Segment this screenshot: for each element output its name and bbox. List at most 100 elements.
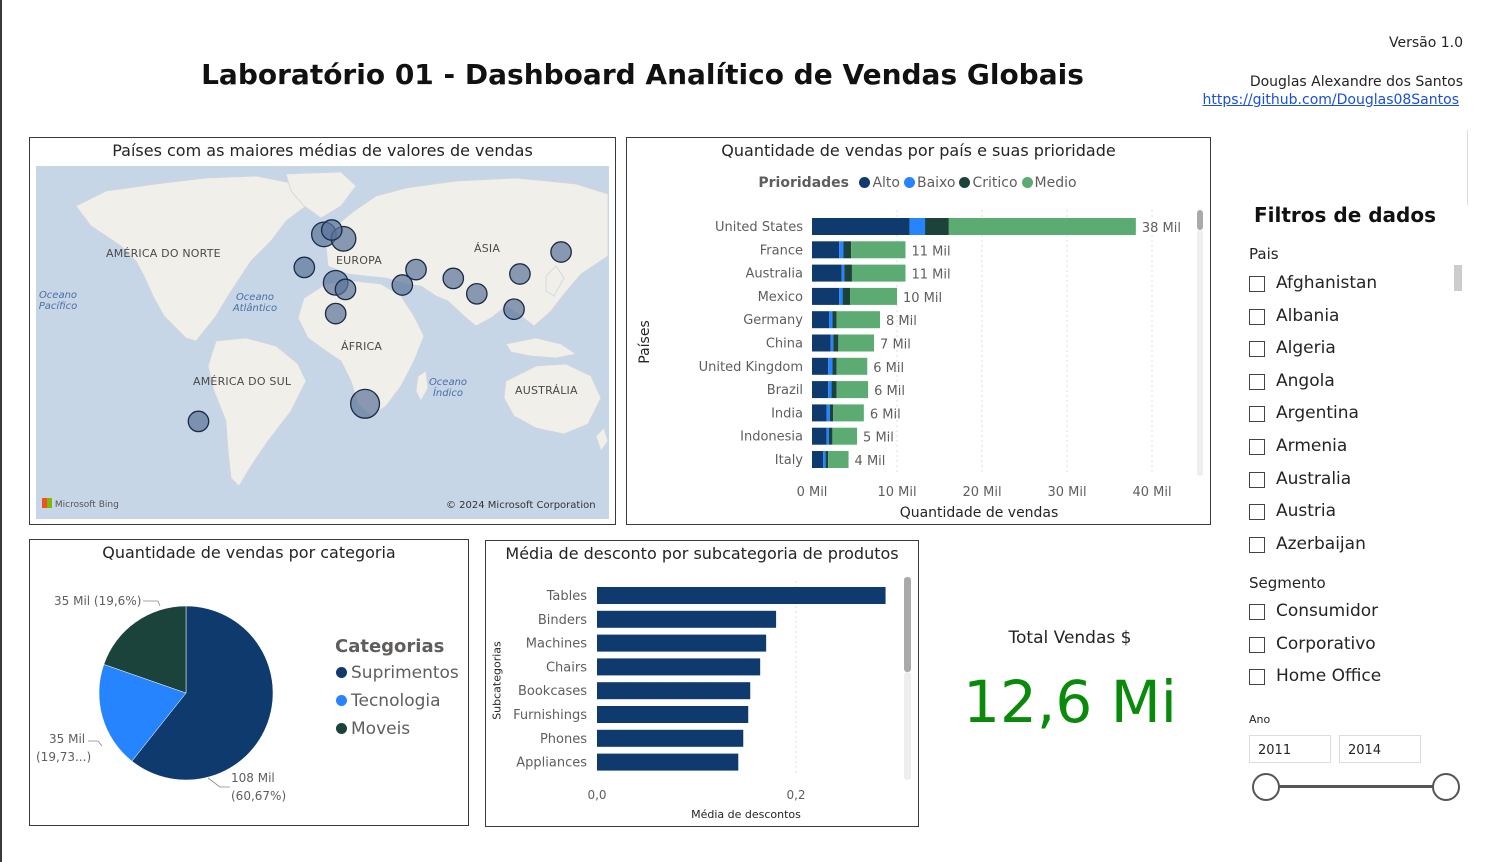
pais-checkbox-angola[interactable] xyxy=(1249,373,1265,390)
pie-legend-item-tecnologia[interactable]: Tecnologia xyxy=(336,691,459,711)
pais-checkbox-afghanistan[interactable] xyxy=(1249,276,1265,292)
stack-bar-indonesia-medio[interactable] xyxy=(832,427,858,445)
pais-checkbox-argentina[interactable] xyxy=(1249,406,1265,423)
stack-bar-china-critico[interactable] xyxy=(833,334,839,352)
disc-bar-machines[interactable] xyxy=(597,634,767,652)
stack-bar-united-kingdom-alto[interactable] xyxy=(812,357,829,375)
stack-bar-germany-critico[interactable] xyxy=(832,311,837,329)
map-bubble-8[interactable] xyxy=(350,388,381,419)
map-bubble-4[interactable] xyxy=(293,256,316,279)
disc-bar-furnishings[interactable] xyxy=(597,706,749,723)
stack-bar-germany-alto[interactable] xyxy=(812,311,829,329)
stack-bar-brazil-alto[interactable] xyxy=(812,381,829,399)
map-bubble-16[interactable] xyxy=(550,241,572,263)
pais-scrollbar[interactable] xyxy=(1454,265,1462,291)
stack-bar-germany-baixo[interactable] xyxy=(829,311,833,329)
stack-bar-mexico-critico[interactable] xyxy=(842,287,851,305)
stack-bar-india-baixo[interactable] xyxy=(826,404,830,422)
pais-label-austria[interactable]: Austria xyxy=(1276,501,1336,521)
stack-bar-italy-medio[interactable] xyxy=(828,451,849,468)
pais-checkbox-algeria[interactable] xyxy=(1249,341,1265,358)
map-canvas[interactable]: AMÉRICA DO NORTE AMÉRICA DO SUL EUROPA Á… xyxy=(36,166,609,519)
stack-bar-italy-alto[interactable] xyxy=(812,451,824,468)
segmento-checkbox-home-office[interactable] xyxy=(1249,669,1265,686)
stack-scrollbar[interactable] xyxy=(1197,210,1203,230)
discount-bar-chart[interactable]: Tables Binders Machines Chairs Bookcases Furn… xyxy=(486,541,920,828)
disc-bar-appliances[interactable] xyxy=(597,753,739,771)
pais-label-azerbaijan[interactable]: Azerbaijan xyxy=(1276,534,1366,554)
stack-bar-brazil-medio[interactable] xyxy=(836,381,869,399)
pais-label-algeria[interactable]: Algeria xyxy=(1276,338,1336,358)
segmento-label-consumidor[interactable]: Consumidor xyxy=(1276,601,1378,621)
segmento-checkbox-consumidor[interactable] xyxy=(1249,604,1265,620)
ano-slider-start-handle[interactable] xyxy=(1252,773,1280,801)
pais-label-argentina[interactable]: Argentina xyxy=(1276,403,1359,423)
disc-scrollbar[interactable] xyxy=(904,577,911,672)
map-bubble-12[interactable] xyxy=(442,267,465,290)
stack-bar-china-alto[interactable] xyxy=(812,334,831,352)
stack-bar-united-states-critico[interactable] xyxy=(925,218,949,235)
pais-checkbox-armenia[interactable] xyxy=(1249,439,1265,455)
disc-bar-chairs[interactable] xyxy=(597,658,761,676)
pais-label-angola[interactable]: Angola xyxy=(1276,371,1335,391)
stack-bar-australia-critico[interactable] xyxy=(844,264,852,282)
stack-bar-mexico-medio[interactable] xyxy=(850,287,897,305)
stack-bar-australia-alto[interactable] xyxy=(812,264,842,282)
pais-label-albania[interactable]: Albania xyxy=(1276,306,1339,326)
stack-bar-india-medio[interactable] xyxy=(833,404,864,422)
pie-legend-item-moveis[interactable]: Moveis xyxy=(336,719,459,739)
disc-bar-binders[interactable] xyxy=(597,610,777,628)
disc-bar-phones[interactable] xyxy=(597,729,744,747)
stack-bar-france-baixo[interactable] xyxy=(839,241,844,259)
stack-bar-france-alto[interactable] xyxy=(812,241,840,259)
stack-bar-france-critico[interactable] xyxy=(843,241,852,259)
stack-bar-germany-medio[interactable] xyxy=(836,311,880,329)
stack-bar-united-kingdom-critico[interactable] xyxy=(832,357,837,375)
stack-bar-brazil-critico[interactable] xyxy=(831,381,837,399)
map-bubble-11[interactable] xyxy=(391,274,414,296)
pais-checkbox-austria[interactable] xyxy=(1249,504,1265,521)
map-bubble-13[interactable] xyxy=(465,282,488,305)
map-bubble-3[interactable] xyxy=(320,219,343,241)
stack-bar-indonesia-baixo[interactable] xyxy=(826,427,829,445)
pais-checkbox-australia[interactable] xyxy=(1249,471,1265,488)
stack-bar-china-baixo[interactable] xyxy=(830,334,834,352)
ano-slider-track[interactable] xyxy=(1266,785,1446,788)
pais-checkbox-albania[interactable] xyxy=(1249,308,1265,325)
disc-bar-tables[interactable] xyxy=(597,587,886,604)
stack-bar-united-states-baixo[interactable] xyxy=(909,218,926,235)
ano-end-input[interactable]: 2014 xyxy=(1339,735,1421,763)
map-bubble-9[interactable] xyxy=(187,410,210,433)
map-bubble-7[interactable] xyxy=(324,302,347,325)
pie-legend-item-suprimentos[interactable]: Suprimentos xyxy=(336,663,459,683)
segmento-label-home-office[interactable]: Home Office xyxy=(1276,666,1381,686)
disc-bar-bookcases[interactable] xyxy=(597,682,751,700)
stack-bar-mexico-alto[interactable] xyxy=(812,287,840,305)
pais-label-armenia[interactable]: Armenia xyxy=(1276,436,1347,456)
world-map[interactable] xyxy=(36,166,609,519)
stack-bar-india-critico[interactable] xyxy=(829,404,834,422)
stack-bar-united-kingdom-medio[interactable] xyxy=(836,357,868,375)
stack-bar-australia-medio[interactable] xyxy=(851,264,906,282)
stack-bar-italy-critico[interactable] xyxy=(825,451,829,468)
stack-bar-united-kingdom-baixo[interactable] xyxy=(828,357,833,375)
pais-label-afghanistan[interactable]: Afghanistan xyxy=(1276,273,1377,293)
pais-checkbox-azerbaijan[interactable] xyxy=(1249,536,1265,553)
stacked-bar-chart[interactable]: United States 38 Mil France 11 Mil Australia… xyxy=(627,138,1212,526)
stack-bar-china-medio[interactable] xyxy=(838,334,875,352)
segmento-checkbox-corporativo[interactable] xyxy=(1249,636,1265,653)
pais-label-australia[interactable]: Australia xyxy=(1276,469,1351,489)
map-bubble-6[interactable] xyxy=(334,278,357,301)
stack-bar-brazil-baixo[interactable] xyxy=(828,381,832,399)
stack-bar-indonesia-alto[interactable] xyxy=(812,427,827,445)
stack-bar-united-states-alto[interactable] xyxy=(812,218,910,235)
stack-bar-mexico-baixo[interactable] xyxy=(839,287,843,305)
stack-bar-italy-baixo[interactable] xyxy=(823,451,826,468)
ano-slider-end-handle[interactable] xyxy=(1432,773,1460,801)
map-bubble-14[interactable] xyxy=(509,263,531,285)
github-link[interactable]: https://github.com/Douglas08Santos xyxy=(1202,92,1459,108)
stack-bar-indonesia-critico[interactable] xyxy=(829,427,833,445)
stack-bar-australia-baixo[interactable] xyxy=(841,264,845,282)
segmento-label-corporativo[interactable]: Corporativo xyxy=(1276,634,1376,654)
stack-bar-france-medio[interactable] xyxy=(851,241,906,259)
